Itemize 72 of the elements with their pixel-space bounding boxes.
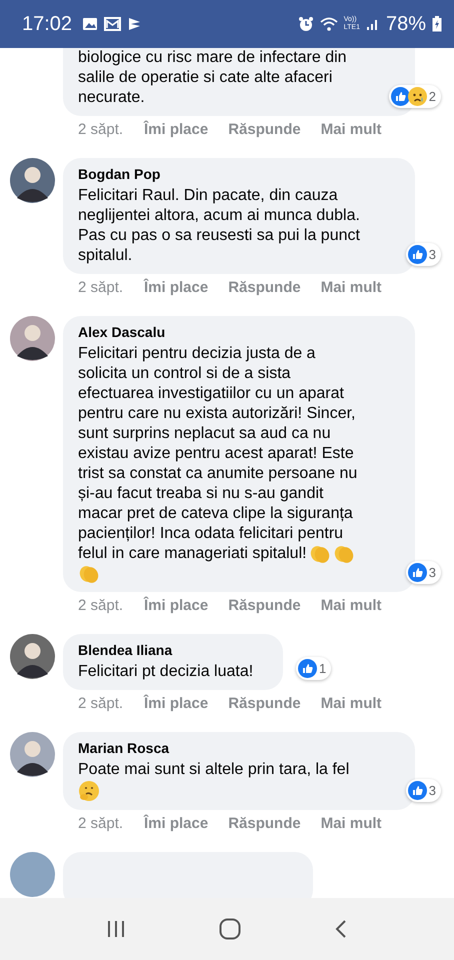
comment-text: sunt surprins neplacut sa aud ca nu [78, 424, 332, 444]
more-link[interactable]: Mai mult [320, 815, 382, 832]
battery-charging-icon [432, 16, 442, 32]
thumbs-up-icon [408, 781, 427, 800]
reaction-count[interactable]: 2 [388, 85, 441, 108]
avatar[interactable] [10, 634, 55, 679]
mail-icon [104, 17, 122, 31]
commenter-name[interactable]: Alex Dascalu [78, 324, 400, 340]
crying-face-icon [408, 87, 427, 106]
reply-link[interactable]: Răspunde [228, 121, 301, 138]
comment-text: pacienților! Inca odata felicitari pentru [78, 524, 344, 544]
like-link[interactable]: Îmi place [144, 597, 208, 614]
comment-text: Felicitari pentru decizia justa de a [78, 344, 316, 364]
signal-icon [366, 17, 380, 31]
comment-text: macar pret de cateva clipe la siguranța [78, 504, 354, 524]
more-link[interactable]: Mai mult [320, 597, 382, 614]
like-link[interactable]: Îmi place [144, 695, 208, 712]
reply-link[interactable]: Răspunde [228, 279, 301, 296]
comment-time: 2 săpt. [78, 695, 124, 712]
comment-text: Felicitari Raul. Din pacate, din cauza [78, 186, 339, 206]
thumbs-up-icon [408, 245, 427, 264]
reply-link[interactable]: Răspunde [228, 815, 301, 832]
comment-text: biologice cu risc mare de infectare din [78, 48, 348, 68]
recent-apps-icon[interactable] [106, 920, 126, 938]
comment-text: Poate mai sunt si altele prin tara, la fel [78, 760, 350, 780]
reaction-count[interactable]: 3 [406, 243, 441, 266]
comment-text: necurate. [78, 88, 146, 108]
comment-time: 2 săpt. [78, 815, 124, 832]
reaction-count[interactable]: 3 [406, 779, 441, 802]
more-link[interactable]: Mai mult [320, 279, 382, 296]
comment-time: 2 săpt. [78, 597, 124, 614]
comment-text: trist sa constat ca anumite persoane nu [78, 464, 358, 484]
avatar[interactable] [10, 316, 55, 361]
battery-percent: 78% [386, 12, 426, 36]
thinking-face-icon [78, 780, 100, 802]
like-link[interactable]: Îmi place [144, 815, 208, 832]
comment-text: spitalul. [78, 246, 134, 266]
reply-link[interactable]: Răspunde [228, 597, 301, 614]
comment-text: și-au facut treaba si nu s-au gandit [78, 484, 324, 504]
commenter-name[interactable]: Bogdan Pop [78, 166, 400, 182]
back-icon[interactable] [334, 919, 348, 939]
comment-text: solicita un control si de a sista [78, 364, 292, 384]
reply-link[interactable]: Răspunde [228, 695, 301, 712]
more-link[interactable]: Mai mult [320, 695, 382, 712]
comment-time: 2 săpt. [78, 121, 124, 138]
commenter-name[interactable]: Blendea Iliana [78, 642, 254, 658]
reaction-count[interactable]: 3 [406, 561, 441, 584]
comment-text: Pas cu pas o sa reusesti sa pui la punct [78, 226, 361, 246]
more-link[interactable]: Mai mult [320, 121, 382, 138]
like-link[interactable]: Îmi place [144, 121, 208, 138]
like-link[interactable]: Îmi place [144, 279, 208, 296]
comment-text: neglijentei altora, acum ai munca dubla. [78, 206, 361, 226]
comment-text: existau avize pentru acest aparat! Este [78, 444, 355, 464]
comment-text: salile de operatie si cate alte afaceri [78, 68, 334, 88]
thumbs-up-icon [390, 87, 410, 106]
image-icon [82, 17, 98, 31]
comment-text: Felicitari pt decizia luata! [78, 662, 254, 682]
avatar[interactable] [10, 732, 55, 777]
clock: 17:02 [22, 12, 72, 36]
reaction-count[interactable]: 1 [296, 657, 332, 680]
comment-text: felul in care manageriati spitalul! [78, 544, 400, 564]
flag-icon [127, 17, 142, 31]
comment-time: 2 săpt. [78, 279, 124, 296]
alarm-icon [298, 16, 314, 32]
wifi-icon [320, 17, 338, 31]
avatar[interactable] [10, 158, 55, 203]
comment-text: pentru care nu exista autorizări! Sincer, [78, 404, 356, 424]
comment-text: efectuarea investigatiilor cu un aparat [78, 384, 345, 404]
home-icon[interactable] [218, 918, 241, 940]
commenter-name[interactable]: Marian Rosca [78, 740, 400, 756]
thumbs-up-icon [408, 563, 427, 582]
thumbs-up-icon [298, 659, 317, 678]
